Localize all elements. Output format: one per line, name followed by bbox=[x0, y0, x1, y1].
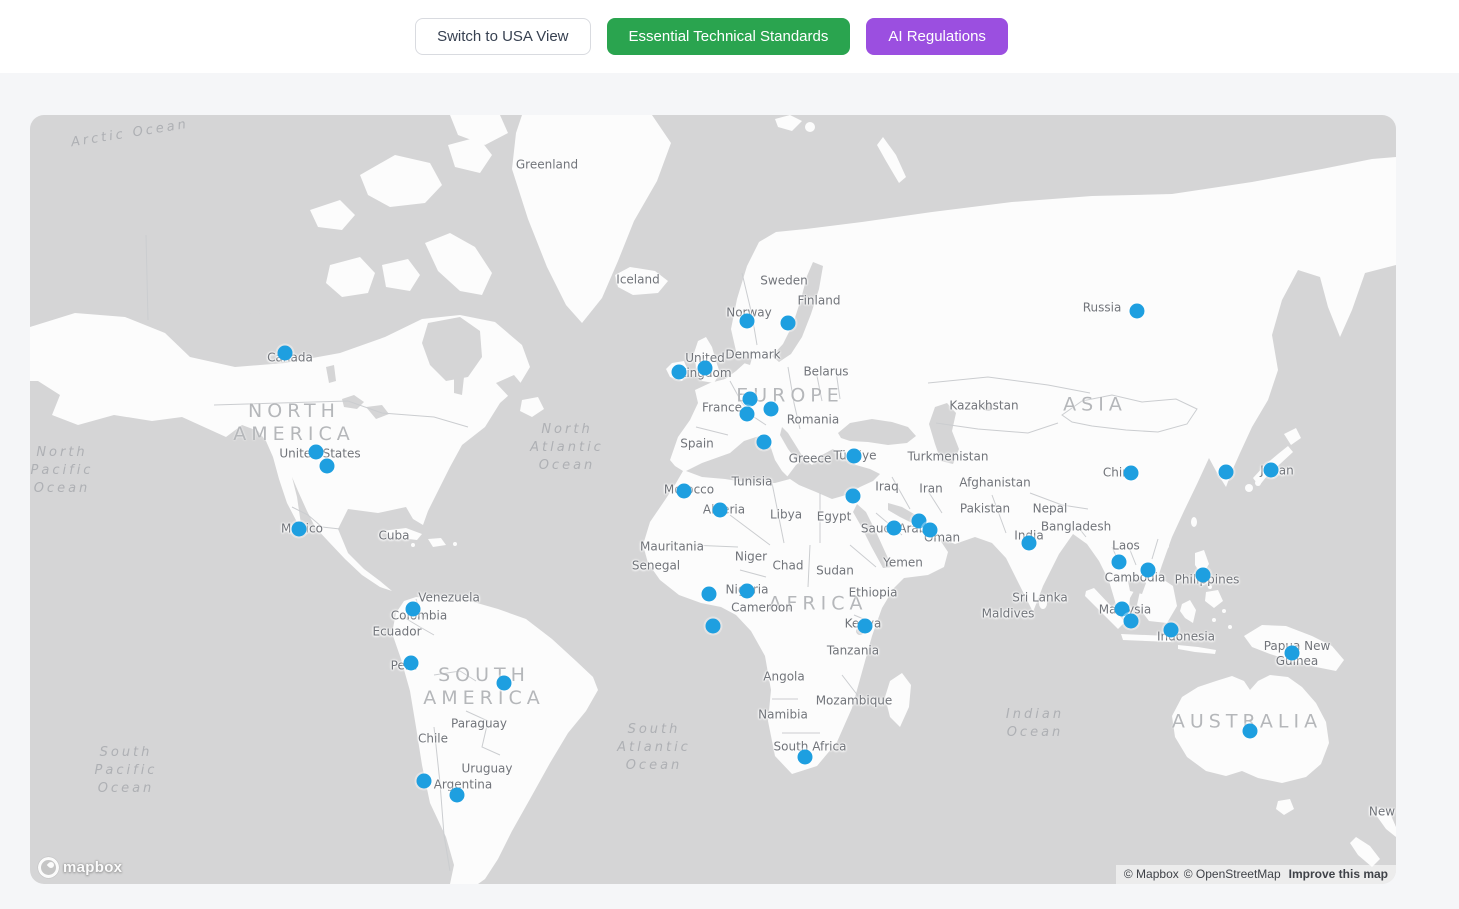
marker-colombia[interactable] bbox=[406, 602, 421, 617]
marker-netherlands[interactable] bbox=[743, 392, 758, 407]
main-content: Arctic OceanNorth Pacific OceanNorth Atl… bbox=[0, 115, 1459, 884]
switch-usa-view-button[interactable]: Switch to USA View bbox=[415, 18, 590, 55]
attribution-mapbox-link[interactable]: © Mapbox bbox=[1124, 867, 1179, 881]
marker-argentina[interactable] bbox=[450, 788, 465, 803]
marker-canada[interactable] bbox=[278, 346, 293, 361]
marker-united-states-east[interactable] bbox=[320, 459, 335, 474]
marker-peru[interactable] bbox=[404, 656, 419, 671]
marker-united-kingdom[interactable] bbox=[698, 361, 713, 376]
marker-south-korea[interactable] bbox=[1219, 465, 1234, 480]
marker-nigeria[interactable] bbox=[740, 584, 755, 599]
marker-gabon[interactable] bbox=[706, 619, 721, 634]
world-map[interactable]: Arctic OceanNorth Pacific OceanNorth Atl… bbox=[30, 115, 1396, 884]
marker-vietnam[interactable] bbox=[1141, 563, 1156, 578]
marker-morocco[interactable] bbox=[677, 484, 692, 499]
attribution-osm-link[interactable]: © OpenStreetMap bbox=[1184, 867, 1281, 881]
marker-indonesia[interactable] bbox=[1164, 623, 1179, 638]
toolbar: Switch to USA View Essential Technical S… bbox=[0, 0, 1459, 73]
essential-technical-standards-button[interactable]: Essential Technical Standards bbox=[607, 18, 851, 55]
mapbox-logo-icon bbox=[38, 857, 59, 878]
marker-papua-new-guinea[interactable] bbox=[1285, 646, 1300, 661]
marker-thailand[interactable] bbox=[1112, 555, 1127, 570]
marker-brazil[interactable] bbox=[497, 676, 512, 691]
marker-united-states-west[interactable] bbox=[309, 445, 324, 460]
marker-kenya[interactable] bbox=[858, 619, 873, 634]
marker-philippines[interactable] bbox=[1196, 568, 1211, 583]
map-markers-layer bbox=[30, 115, 1396, 884]
marker-south-africa[interactable] bbox=[798, 750, 813, 765]
toolbar-button-row: Switch to USA View Essential Technical S… bbox=[415, 18, 1008, 55]
marker-singapore[interactable] bbox=[1124, 614, 1139, 629]
marker-mexico[interactable] bbox=[292, 522, 307, 537]
marker-france[interactable] bbox=[740, 407, 755, 422]
marker-israel[interactable] bbox=[846, 489, 861, 504]
marker-chile[interactable] bbox=[417, 774, 432, 789]
marker-uae[interactable] bbox=[923, 523, 938, 538]
marker-norway[interactable] bbox=[740, 314, 755, 329]
mapbox-logo[interactable]: mapbox bbox=[38, 857, 122, 878]
marker-sweden[interactable] bbox=[781, 316, 796, 331]
map-attribution: © Mapbox © OpenStreetMap Improve this ma… bbox=[1116, 865, 1396, 884]
ai-regulations-button[interactable]: AI Regulations bbox=[866, 18, 1008, 55]
marker-turkiye[interactable] bbox=[847, 449, 862, 464]
marker-ireland[interactable] bbox=[672, 365, 687, 380]
mapbox-logo-text: mapbox bbox=[63, 859, 122, 876]
marker-india[interactable] bbox=[1022, 536, 1037, 551]
marker-algeria[interactable] bbox=[713, 503, 728, 518]
marker-saudi-arabia[interactable] bbox=[887, 521, 902, 536]
marker-australia[interactable] bbox=[1243, 724, 1258, 739]
marker-ghana[interactable] bbox=[702, 587, 717, 602]
attribution-improve-link[interactable]: Improve this map bbox=[1289, 867, 1388, 881]
marker-russia[interactable] bbox=[1130, 304, 1145, 319]
marker-china[interactable] bbox=[1124, 466, 1139, 481]
marker-japan[interactable] bbox=[1264, 463, 1279, 478]
marker-austria[interactable] bbox=[764, 402, 779, 417]
marker-italy[interactable] bbox=[757, 435, 772, 450]
